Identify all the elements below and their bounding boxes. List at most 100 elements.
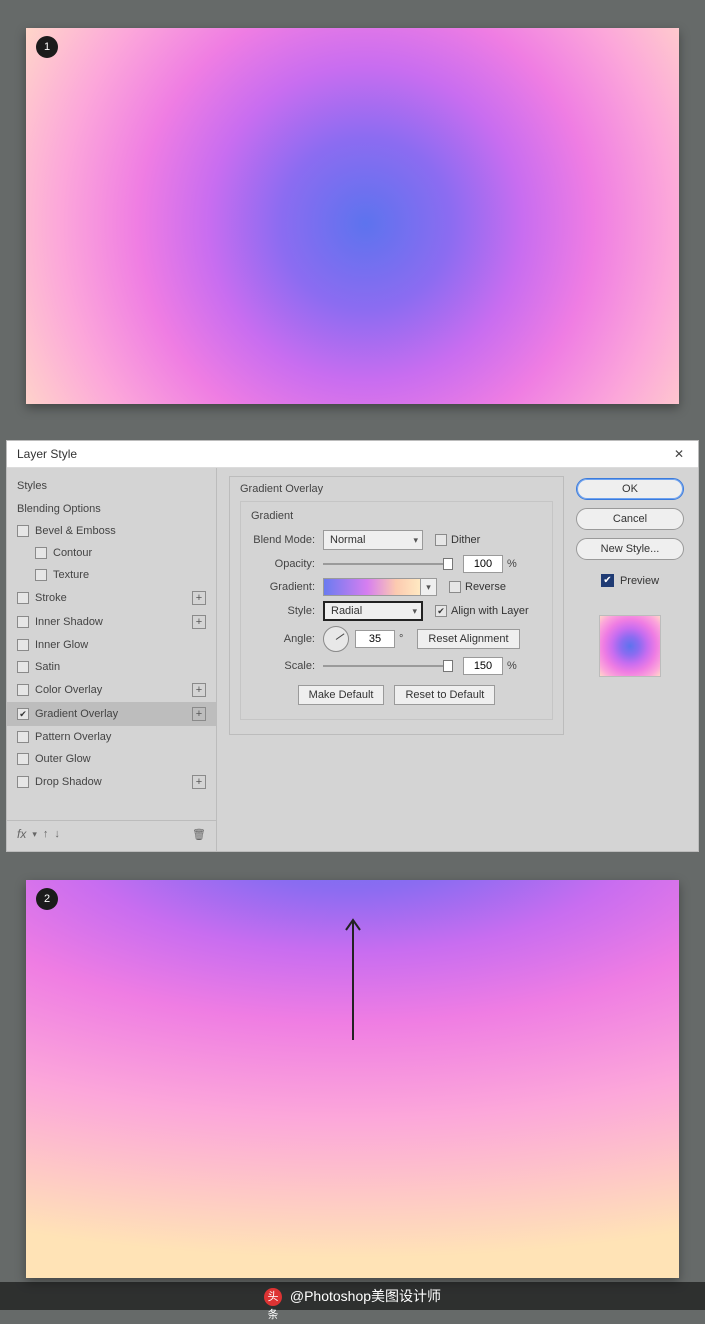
fx-icon[interactable]: fx <box>17 827 26 841</box>
select-value: Normal <box>330 534 365 546</box>
blend-mode-label: Blend Mode: <box>251 534 323 546</box>
checkbox-icon[interactable] <box>17 661 29 673</box>
dialog-titlebar: Layer Style ✕ <box>7 441 698 468</box>
watermark: 头条 @Photoshop美图设计师 <box>0 1282 705 1310</box>
sidebar-item-label: Satin <box>35 661 60 673</box>
plus-icon[interactable]: + <box>192 775 206 789</box>
dialog-title: Layer Style <box>17 447 77 461</box>
sidebar-blending-options[interactable]: Blending Options <box>7 498 216 520</box>
sidebar-item-label: Color Overlay <box>35 684 102 696</box>
dialog-right-column: OK Cancel New Style... ✔ Preview <box>576 468 698 851</box>
close-icon[interactable]: ✕ <box>670 447 688 461</box>
angle-dial[interactable] <box>323 626 349 652</box>
chevron-down-icon[interactable]: ▾ <box>32 829 37 840</box>
step1-canvas-area: 1 <box>0 0 705 434</box>
arrow-down-icon[interactable]: ↓ <box>54 828 60 840</box>
gradient-dropdown[interactable]: ▾ <box>421 578 437 596</box>
new-style-button[interactable]: New Style... <box>576 538 684 560</box>
sidebar-item-contour[interactable]: Contour <box>7 542 216 564</box>
sidebar-item-label: Pattern Overlay <box>35 731 111 743</box>
checkbox-icon[interactable] <box>35 547 47 559</box>
step-badge-1: 1 <box>36 36 58 58</box>
angle-label: Angle: <box>251 633 323 645</box>
sidebar-item-label: Gradient Overlay <box>35 708 118 720</box>
select-value: Radial <box>331 605 362 617</box>
scale-input[interactable] <box>463 657 503 675</box>
trash-icon[interactable]: 🗑 <box>192 828 206 841</box>
sidebar-item-satin[interactable]: Satin <box>7 656 216 678</box>
step-badge-2: 2 <box>36 888 58 910</box>
arrow-up-icon[interactable]: ↑ <box>43 828 49 840</box>
checkbox-icon[interactable] <box>35 569 47 581</box>
reset-alignment-button[interactable]: Reset Alignment <box>417 629 519 649</box>
sidebar-header: Styles <box>7 476 216 498</box>
plus-icon[interactable]: + <box>192 707 206 721</box>
chevron-down-icon: ▾ <box>412 606 417 617</box>
checkbox-icon[interactable] <box>17 525 29 537</box>
make-default-button[interactable]: Make Default <box>298 685 385 705</box>
checkbox-icon[interactable] <box>17 616 29 628</box>
sidebar-item-label: Contour <box>53 547 92 559</box>
sidebar-item-inner-shadow[interactable]: Inner Shadow + <box>7 610 216 634</box>
sidebar-item-label: Drop Shadow <box>35 776 102 788</box>
sidebar-item-drop-shadow[interactable]: Drop Shadow + <box>7 770 216 794</box>
gradient-canvas-1 <box>26 28 679 404</box>
sidebar-item-label: Inner Glow <box>35 639 88 651</box>
angle-input[interactable] <box>355 630 395 648</box>
plus-icon[interactable]: + <box>192 591 206 605</box>
watermark-text: @Photoshop美图设计师 <box>290 1288 441 1304</box>
opacity-input[interactable] <box>463 555 503 573</box>
step2-canvas-area: 2 <box>0 852 705 1308</box>
sidebar-item-inner-glow[interactable]: Inner Glow <box>7 634 216 656</box>
style-label: Style: <box>251 605 323 617</box>
arrow-up-icon <box>343 912 363 1042</box>
dither-label: Dither <box>451 534 480 546</box>
sidebar-item-outer-glow[interactable]: Outer Glow <box>7 748 216 770</box>
cancel-button[interactable]: Cancel <box>576 508 684 530</box>
checkbox-icon[interactable] <box>17 639 29 651</box>
sidebar-item-gradient-overlay[interactable]: ✔ Gradient Overlay + <box>7 702 216 726</box>
sidebar-item-stroke[interactable]: Stroke + <box>7 586 216 610</box>
sidebar-item-label: Texture <box>53 569 89 581</box>
checkbox-icon[interactable] <box>17 776 29 788</box>
scale-slider[interactable] <box>323 659 453 673</box>
scale-label: Scale: <box>251 660 323 672</box>
blend-mode-select[interactable]: Normal ▾ <box>323 530 423 550</box>
gradient-style-select[interactable]: Radial ▾ <box>323 601 423 621</box>
reset-to-default-button[interactable]: Reset to Default <box>394 685 495 705</box>
checkbox-icon[interactable] <box>17 731 29 743</box>
checkbox-icon[interactable] <box>17 753 29 765</box>
opacity-label: Opacity: <box>251 558 323 570</box>
ok-button[interactable]: OK <box>576 478 684 500</box>
subgroup-title: Gradient <box>251 510 542 522</box>
dither-checkbox[interactable] <box>435 534 447 546</box>
sidebar-item-label: Blending Options <box>17 503 101 515</box>
preview-checkbox[interactable]: ✔ <box>601 574 614 587</box>
align-label: Align with Layer <box>451 605 529 617</box>
sidebar-item-label: Inner Shadow <box>35 616 103 628</box>
plus-icon[interactable]: + <box>192 683 206 697</box>
group-title: Gradient Overlay <box>240 483 553 495</box>
sidebar-item-label: Bevel & Emboss <box>35 525 116 537</box>
sidebar-item-color-overlay[interactable]: Color Overlay + <box>7 678 216 702</box>
sidebar-item-pattern-overlay[interactable]: Pattern Overlay <box>7 726 216 748</box>
unit-percent: % <box>507 660 517 672</box>
reverse-checkbox[interactable] <box>449 581 461 593</box>
gradient-preview[interactable] <box>323 578 421 596</box>
sidebar-item-bevel-emboss[interactable]: Bevel & Emboss <box>7 520 216 542</box>
plus-icon[interactable]: + <box>192 615 206 629</box>
checkbox-icon[interactable] <box>17 684 29 696</box>
align-checkbox[interactable]: ✔ <box>435 605 447 617</box>
brand-icon: 头条 <box>264 1288 282 1306</box>
sidebar-item-label: Stroke <box>35 592 67 604</box>
unit-degree: ° <box>399 633 403 645</box>
chevron-down-icon: ▾ <box>426 582 431 593</box>
preview-swatch <box>599 615 661 677</box>
sidebar-item-texture[interactable]: Texture <box>7 564 216 586</box>
unit-percent: % <box>507 558 517 570</box>
reverse-label: Reverse <box>465 581 506 593</box>
checkbox-icon[interactable] <box>17 592 29 604</box>
checkbox-icon[interactable]: ✔ <box>17 708 29 720</box>
opacity-slider[interactable] <box>323 557 453 571</box>
styles-sidebar: Styles Blending Options Bevel & Emboss C… <box>7 468 217 851</box>
